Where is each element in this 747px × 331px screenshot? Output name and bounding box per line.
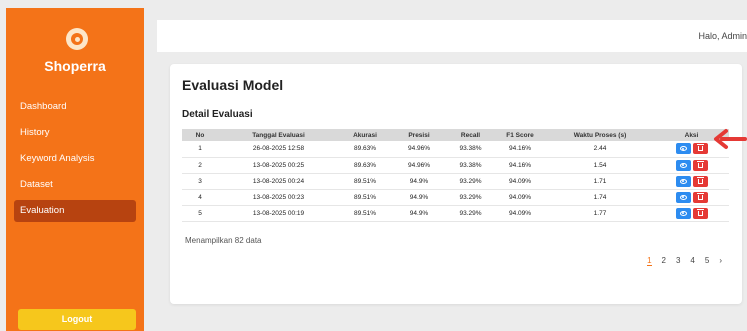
eye-icon	[679, 146, 687, 152]
page-link-3[interactable]: 3	[676, 256, 680, 266]
eye-icon	[679, 178, 687, 184]
delete-button[interactable]	[692, 175, 708, 187]
sidebar-item-evaluation[interactable]: Evaluation	[14, 200, 136, 222]
cell-waktu: 1.54	[546, 157, 654, 174]
trash-icon	[696, 192, 704, 200]
cell-f1: 94.09%	[494, 173, 546, 190]
pagination: 1 2 3 4 5 ›	[647, 256, 722, 266]
cell-no: 4	[182, 189, 218, 206]
record-count: Menampilkan 82 data	[185, 236, 262, 245]
column-header-waktu: Waktu Proses (s)	[573, 131, 627, 139]
cell-presisi: 94.9%	[391, 173, 447, 190]
cell-recall: 93.38%	[447, 157, 494, 174]
cell-waktu: 1.74	[546, 189, 654, 206]
cell-aksi	[654, 157, 729, 174]
column-header-presisi: Presisi	[408, 131, 430, 139]
delete-button[interactable]	[692, 207, 708, 219]
section-title: Detail Evaluasi	[182, 109, 253, 120]
cell-akurasi: 89.63%	[339, 141, 391, 158]
view-button[interactable]	[675, 191, 691, 203]
delete-button[interactable]	[692, 191, 708, 203]
cell-akurasi: 89.51%	[339, 189, 391, 206]
evaluation-table: No Tanggal Evaluasi Akurasi Presisi Reca…	[182, 129, 729, 222]
column-header-date: Tanggal Evaluasi	[252, 131, 305, 139]
cell-presisi: 94.96%	[391, 157, 447, 174]
cell-f1: 94.16%	[494, 157, 546, 174]
trash-icon	[696, 176, 704, 184]
red-arrow-icon	[714, 129, 747, 149]
column-header-akurasi: Akurasi	[353, 131, 377, 139]
cell-presisi: 94.9%	[391, 205, 447, 222]
page-link-1[interactable]: 1	[647, 256, 652, 266]
table-row: 2 13-08-2025 00:25 89.63% 94.96% 93.38% …	[182, 157, 729, 174]
cell-recall: 93.29%	[447, 173, 494, 190]
cell-no: 2	[182, 157, 218, 174]
top-bar: Halo, Admin	[157, 20, 747, 52]
cell-date: 26-08-2025 12:58	[218, 141, 339, 158]
delete-button[interactable]	[692, 143, 708, 155]
page-title: Evaluasi Model	[182, 77, 284, 93]
cell-no: 1	[182, 141, 218, 158]
delete-button[interactable]	[692, 159, 708, 171]
cell-f1: 94.09%	[494, 189, 546, 206]
cell-f1: 94.09%	[494, 205, 546, 222]
table-row: 5 13-08-2025 00:19 89.51% 94.9% 93.29% 9…	[182, 205, 729, 222]
cell-akurasi: 89.51%	[339, 173, 391, 190]
eye-icon	[679, 210, 687, 216]
cell-presisi: 94.9%	[391, 189, 447, 206]
logo-icon	[66, 28, 88, 50]
eye-icon	[679, 162, 687, 168]
cell-f1: 94.16%	[494, 141, 546, 158]
trash-icon	[696, 160, 704, 168]
cell-recall: 93.29%	[447, 205, 494, 222]
cell-aksi	[654, 173, 729, 190]
cell-presisi: 94.96%	[391, 141, 447, 158]
cell-date: 13-08-2025 00:25	[218, 157, 339, 174]
cell-recall: 93.38%	[447, 141, 494, 158]
column-header-f1: F1 Score	[506, 131, 534, 139]
cell-no: 5	[182, 205, 218, 222]
page-link-5[interactable]: 5	[705, 256, 709, 266]
cell-aksi	[654, 205, 729, 222]
table-row: 4 13-08-2025 00:23 89.51% 94.9% 93.29% 9…	[182, 189, 729, 206]
sidebar-item-dataset[interactable]: Dataset	[14, 174, 136, 196]
cell-date: 13-08-2025 00:24	[218, 173, 339, 190]
brand-name: Shoperra	[44, 58, 106, 74]
table-header-row: No Tanggal Evaluasi Akurasi Presisi Reca…	[182, 129, 729, 141]
sidebar-item-keyword-analysis[interactable]: Keyword Analysis	[14, 148, 136, 170]
table-row: 1 26-08-2025 12:58 89.63% 94.96% 93.38% …	[182, 141, 729, 158]
trash-icon	[696, 144, 704, 152]
cell-no: 3	[182, 173, 218, 190]
page-link-2[interactable]: 2	[662, 256, 666, 266]
cell-recall: 93.29%	[447, 189, 494, 206]
cell-date: 13-08-2025 00:19	[218, 205, 339, 222]
sidebar: Shoperra Dashboard History Keyword Analy…	[6, 8, 144, 331]
cell-aksi	[654, 189, 729, 206]
cell-waktu: 2.44	[546, 141, 654, 158]
page-link-4[interactable]: 4	[690, 256, 694, 266]
cell-akurasi: 89.63%	[339, 157, 391, 174]
next-page-button[interactable]: ›	[719, 256, 722, 266]
view-button[interactable]	[675, 175, 691, 187]
cell-waktu: 1.77	[546, 205, 654, 222]
view-button[interactable]	[675, 207, 691, 219]
cell-akurasi: 89.51%	[339, 205, 391, 222]
cell-date: 13-08-2025 00:23	[218, 189, 339, 206]
eye-icon	[679, 194, 687, 200]
user-greeting: Halo, Admin	[698, 31, 747, 41]
column-header-recall: Recall	[460, 131, 481, 139]
column-header-no: No	[195, 131, 205, 139]
logout-button[interactable]: Logout	[18, 309, 136, 330]
table-row: 3 13-08-2025 00:24 89.51% 94.9% 93.29% 9…	[182, 173, 729, 190]
view-button[interactable]	[675, 159, 691, 171]
view-button[interactable]	[675, 143, 691, 155]
cell-waktu: 1.71	[546, 173, 654, 190]
evaluation-card: Evaluasi Model Detail Evaluasi No Tangga…	[170, 64, 742, 304]
sidebar-item-dashboard[interactable]: Dashboard	[14, 96, 136, 118]
sidebar-item-history[interactable]: History	[14, 122, 136, 144]
trash-icon	[696, 208, 704, 216]
